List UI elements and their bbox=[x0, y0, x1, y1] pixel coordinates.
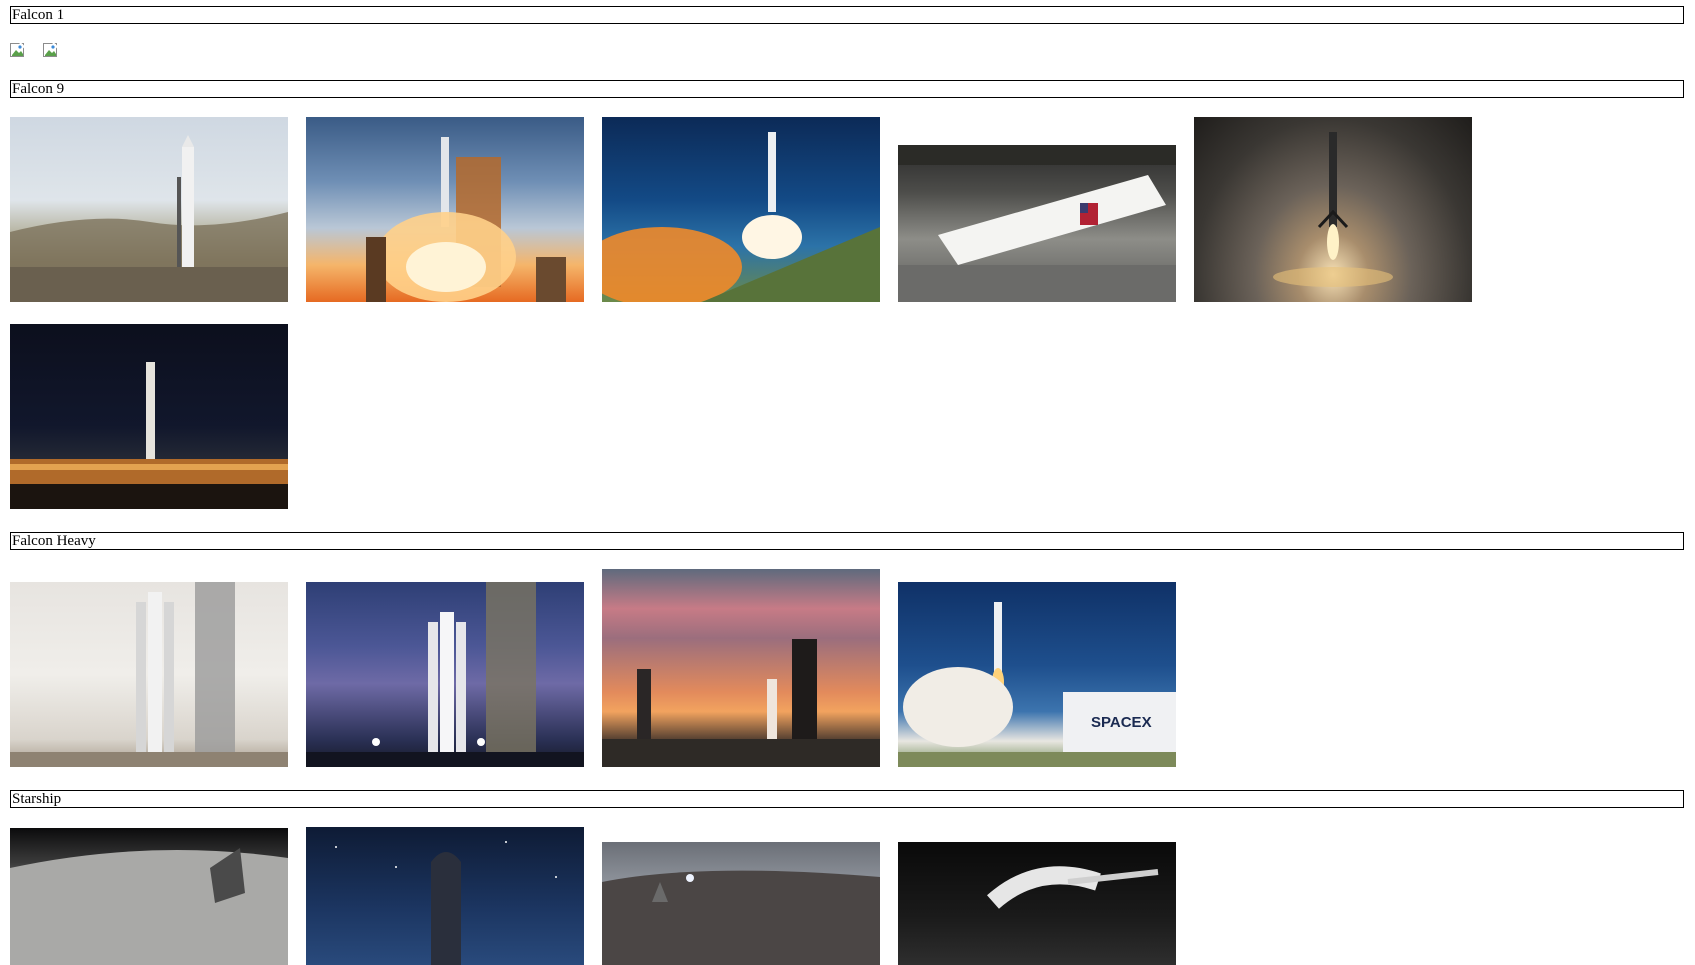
falcon-heavy-photo-sunset[interactable] bbox=[602, 569, 880, 767]
section-header-falcon-9: Falcon 9 bbox=[10, 80, 1684, 98]
starship-photo-moon[interactable] bbox=[10, 828, 288, 965]
falcon9-photo-droneship-night[interactable] bbox=[10, 324, 288, 509]
section-header-falcon-heavy: Falcon Heavy bbox=[10, 532, 1684, 550]
falcon-heavy-photo-liftoff[interactable]: SPACEX bbox=[898, 582, 1176, 767]
broken-image-icon[interactable] bbox=[10, 43, 26, 59]
section-header-starship: Starship bbox=[10, 790, 1684, 808]
falcon-heavy-photo-pad-day[interactable] bbox=[10, 582, 288, 767]
falcon9-photo-liftoff-tower[interactable] bbox=[306, 117, 584, 302]
section-header-falcon-1: Falcon 1 bbox=[10, 6, 1684, 24]
spacex-logo: SPACEX bbox=[1091, 714, 1152, 731]
falcon-heavy-photo-pad-dusk[interactable] bbox=[306, 582, 584, 767]
falcon9-photo-launch-pad[interactable] bbox=[10, 117, 288, 302]
broken-image-icon[interactable] bbox=[43, 43, 59, 59]
rocket-gallery-page: Falcon 1 Falcon 9 Falcon Heavy SPACEX St… bbox=[0, 0, 1695, 965]
starship-photo-mars[interactable] bbox=[602, 842, 880, 965]
falcon9-photo-liftoff-smoke[interactable] bbox=[602, 117, 880, 302]
starship-photo-stars[interactable] bbox=[306, 827, 584, 965]
falcon9-photo-hangar[interactable] bbox=[898, 145, 1176, 302]
starship-photo-saturn[interactable] bbox=[898, 842, 1176, 965]
falcon9-photo-landing[interactable] bbox=[1194, 117, 1472, 302]
